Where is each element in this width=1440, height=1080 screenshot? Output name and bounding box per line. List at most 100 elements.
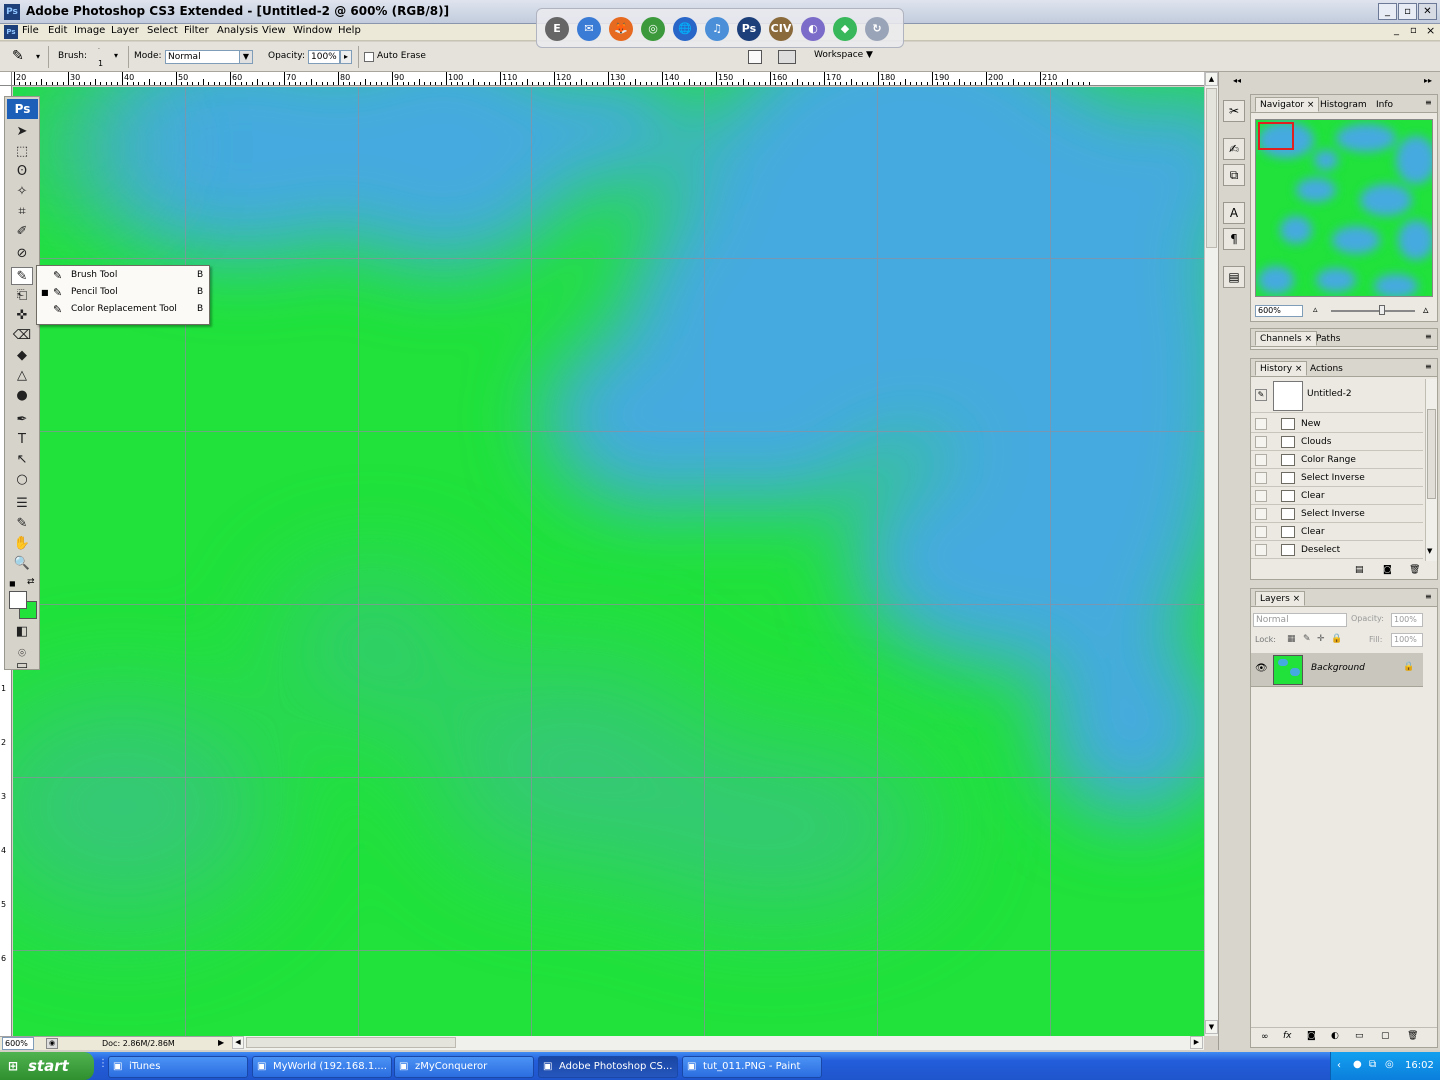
restore-button[interactable]: ▫	[1398, 3, 1417, 20]
history-state[interactable]: Clear	[1251, 523, 1423, 541]
navigator-thumbnail[interactable]	[1255, 119, 1433, 297]
quick-launch-icon[interactable]: ↻	[865, 17, 889, 41]
layer-row-background[interactable]: 👁 Background 🔒	[1251, 653, 1423, 687]
path-selection-tool-icon[interactable]: ↖	[11, 451, 33, 469]
history-source-checkbox[interactable]	[1255, 490, 1267, 502]
type-tool-icon[interactable]: T	[11, 431, 33, 449]
quick-launch-icon[interactable]: CIV	[769, 17, 793, 41]
quick-mask-tool-icon[interactable]: ◧	[11, 623, 33, 641]
history-brush-source-icon[interactable]: ✎	[1255, 389, 1267, 401]
adjustment-layer-icon[interactable]: ◐	[1331, 1031, 1339, 1041]
panel-menu-icon[interactable]: ≡	[1425, 98, 1432, 107]
status-info-icon[interactable]: ◉	[46, 1038, 58, 1049]
tab-history[interactable]: History ×	[1255, 361, 1308, 376]
stamp-tool-icon[interactable]: ⎗	[11, 287, 33, 305]
history-source-checkbox[interactable]	[1255, 472, 1267, 484]
start-button[interactable]: ⊞ start	[0, 1052, 94, 1080]
move-tool-icon[interactable]: ➤	[11, 123, 33, 141]
zoom-in-icon[interactable]: ▵	[1423, 303, 1429, 316]
paint-bucket-tool-icon[interactable]: ◆	[11, 347, 33, 365]
flyout-item[interactable]: ✎ Brush Tool B	[37, 267, 209, 284]
pen-tool-icon[interactable]: ✒	[11, 411, 33, 429]
history-state[interactable]: Select Inverse	[1251, 469, 1423, 487]
magic-wand-tool-icon[interactable]: ✧	[11, 183, 33, 201]
brushes-panel-icon[interactable]: ✍	[1223, 138, 1245, 160]
crop-tool-icon[interactable]: ⌗	[11, 203, 33, 221]
taskbar-button[interactable]: ▣ zMyConqueror	[394, 1056, 534, 1078]
mode-select[interactable]: Normal ▼	[165, 50, 253, 64]
history-state[interactable]: Clear	[1251, 487, 1423, 505]
history-brush-tool-icon[interactable]: ✜	[11, 307, 33, 325]
quick-launch-icon[interactable]: ♫	[705, 17, 729, 41]
tools-panel-icon[interactable]: ✂	[1223, 100, 1245, 122]
marquee-tool-icon[interactable]: ⬚	[11, 143, 33, 161]
layer-mask-icon[interactable]: ◙	[1307, 1031, 1316, 1041]
taskbar-button[interactable]: ▣ iTunes	[108, 1056, 248, 1078]
menu-help[interactable]: Help	[338, 25, 361, 36]
scroll-down-icon[interactable]: ▼	[1205, 1020, 1218, 1034]
history-source-checkbox[interactable]	[1255, 508, 1267, 520]
ruler-origin[interactable]	[0, 72, 12, 86]
delete-state-icon[interactable]: 🗑	[1409, 565, 1420, 575]
tab-navigator[interactable]: Navigator ×	[1255, 97, 1320, 112]
menu-select[interactable]: Select	[147, 25, 178, 36]
clone-source-panel-icon[interactable]: ⧉	[1223, 164, 1245, 186]
scroll-right-icon[interactable]: ▶	[1190, 1036, 1203, 1049]
document-icon[interactable]: Ps	[4, 25, 18, 39]
new-document-from-state-icon[interactable]: ▤	[1355, 565, 1364, 575]
lasso-tool-icon[interactable]: ʘ	[11, 163, 33, 181]
history-state[interactable]: Select Inverse	[1251, 505, 1423, 523]
foreground-color-swatch[interactable]	[9, 591, 27, 609]
new-layer-icon[interactable]: ▢	[1381, 1031, 1390, 1041]
history-state[interactable]: Deselect	[1251, 541, 1423, 559]
eyedropper-tool-icon[interactable]: ✎	[11, 515, 33, 533]
blend-mode-select[interactable]: Normal	[1253, 613, 1347, 627]
brush-dropdown-arrow[interactable]: ▾	[114, 51, 118, 60]
history-scroll-thumb[interactable]	[1427, 409, 1436, 499]
zoom-out-icon[interactable]: ▵	[1313, 305, 1318, 315]
horizontal-scroll-thumb[interactable]	[246, 1037, 456, 1048]
history-source-checkbox[interactable]	[1255, 454, 1267, 466]
quick-launch-icon[interactable]: ◐	[801, 17, 825, 41]
new-group-icon[interactable]: ▭	[1355, 1031, 1364, 1041]
panel-menu-icon[interactable]: ≡	[1425, 592, 1432, 601]
menu-window[interactable]: Window	[293, 25, 332, 36]
healing-tool-icon[interactable]: ⊘	[11, 245, 33, 263]
workspace-menu[interactable]: Workspace ▼	[814, 50, 873, 60]
flyout-item[interactable]: ■ ✎ Pencil Tool B	[37, 284, 209, 301]
history-scrollbar[interactable]: ▼	[1425, 379, 1437, 561]
photoshop-logo-icon[interactable]: Ps	[7, 99, 38, 119]
notes-tool-icon[interactable]: ☰	[11, 495, 33, 513]
tab-info[interactable]: Info	[1371, 97, 1398, 112]
layer-style-icon[interactable]: fx	[1283, 1031, 1292, 1041]
history-state[interactable]: Color Range	[1251, 451, 1423, 469]
quick-launch-icon[interactable]: Ps	[737, 17, 761, 41]
menu-analysis[interactable]: Analysis	[217, 25, 258, 36]
taskbar-button[interactable]: ▣ tut_011.PNG - Paint	[682, 1056, 822, 1078]
dodge-tool-icon[interactable]: ●	[11, 387, 33, 405]
tab-actions[interactable]: Actions	[1305, 361, 1348, 376]
history-source-checkbox[interactable]	[1255, 418, 1267, 430]
menu-filter[interactable]: Filter	[184, 25, 209, 36]
expand-panels-icon[interactable]: ▸▸	[1424, 76, 1432, 85]
vertical-scroll-thumb[interactable]	[1206, 88, 1217, 248]
tray-network-icon[interactable]: ⧉	[1369, 1059, 1376, 1070]
doc-minimize-button[interactable]: _	[1394, 25, 1399, 36]
collapse-dock-icon[interactable]: ◂◂	[1233, 76, 1241, 85]
menu-file[interactable]: File	[22, 25, 39, 36]
zoom-level-field[interactable]: 600%	[2, 1037, 34, 1050]
tab-histogram[interactable]: Histogram	[1315, 97, 1372, 112]
palette-well-icon[interactable]	[748, 50, 762, 64]
mode-dropdown-icon[interactable]: ▼	[239, 51, 252, 63]
sharpen-tool-icon[interactable]: △	[11, 367, 33, 385]
shape-tool-icon[interactable]: ○	[11, 471, 33, 489]
tray-expand-icon[interactable]: ‹	[1337, 1060, 1341, 1071]
history-source-checkbox[interactable]	[1255, 526, 1267, 538]
layer-opacity-input[interactable]: 100%	[1391, 613, 1423, 627]
quick-launch-icon[interactable]: E	[545, 17, 569, 41]
history-state[interactable]: Clouds	[1251, 433, 1423, 451]
tray-messenger-icon[interactable]: ◎	[1385, 1059, 1394, 1070]
navigator-zoom-field[interactable]: 600%	[1255, 305, 1303, 317]
pencil-tool-preset-icon[interactable]: ✎	[12, 48, 34, 66]
menu-image[interactable]: Image	[74, 25, 105, 36]
